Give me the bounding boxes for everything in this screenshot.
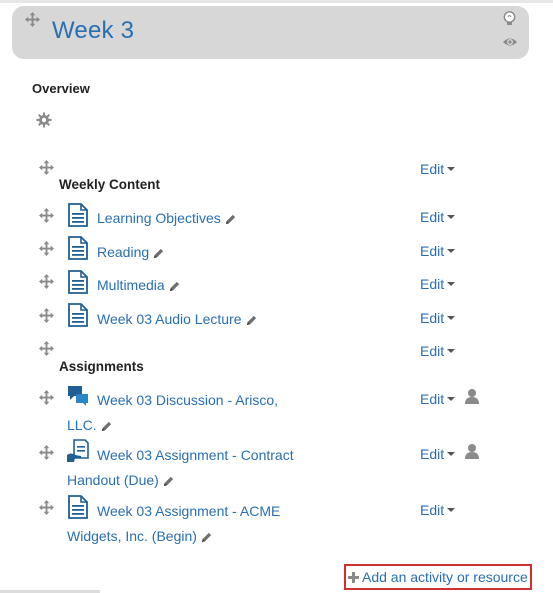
caret-down-icon xyxy=(447,215,456,219)
caret-down-icon xyxy=(447,167,456,171)
pencil-icon[interactable] xyxy=(245,314,258,327)
edit-label: Edit xyxy=(420,276,445,292)
activity-link[interactable]: Week 03 Audio Lecture xyxy=(97,310,258,328)
edit-menu[interactable]: Edit xyxy=(420,209,456,225)
activity-name[interactable]: LLC. xyxy=(67,417,97,433)
edit-label: Edit xyxy=(420,161,445,177)
move-icon[interactable] xyxy=(39,208,54,223)
activity-link-line2[interactable]: LLC. xyxy=(67,416,113,434)
edit-menu[interactable]: Edit xyxy=(420,446,456,462)
edit-menu[interactable]: Edit xyxy=(420,243,456,259)
activity-name[interactable]: Reading xyxy=(97,244,149,260)
move-icon[interactable] xyxy=(39,308,54,323)
pencil-icon[interactable] xyxy=(168,280,181,293)
activity-name[interactable]: Handout (Due) xyxy=(67,472,159,488)
caret-down-icon xyxy=(447,249,456,253)
pencil-icon[interactable] xyxy=(224,213,237,226)
caret-down-icon xyxy=(447,452,456,456)
edit-menu[interactable]: Edit xyxy=(420,276,456,292)
edit-label: Edit xyxy=(420,502,445,518)
activity-name[interactable]: Multimedia xyxy=(97,277,165,293)
caret-down-icon xyxy=(447,349,456,353)
assignment-icon xyxy=(67,439,89,463)
pencil-icon[interactable] xyxy=(200,531,213,544)
add-activity-label[interactable]: Add an activity or resource xyxy=(362,569,528,585)
label-weekly-content: Weekly Content xyxy=(59,177,161,192)
edit-menu[interactable]: Edit xyxy=(420,391,456,407)
pencil-icon[interactable] xyxy=(152,247,165,260)
user-icon[interactable] xyxy=(464,388,480,404)
edit-label: Edit xyxy=(420,209,445,225)
edit-menu[interactable]: Edit xyxy=(420,502,456,518)
page-icon xyxy=(67,203,89,227)
activity-link-line1[interactable]: Week 03 Assignment - Contract xyxy=(97,446,294,464)
activity-link[interactable]: Learning Objectives xyxy=(97,209,237,227)
top-divider xyxy=(0,0,553,3)
activity-name[interactable]: Widgets, Inc. (Begin) xyxy=(67,528,197,544)
move-icon[interactable] xyxy=(39,445,54,460)
move-icon[interactable] xyxy=(39,341,54,356)
section-title[interactable]: Week 3 xyxy=(52,17,134,45)
move-icon[interactable] xyxy=(39,160,54,175)
edit-label: Edit xyxy=(420,243,445,259)
edit-menu[interactable]: Edit xyxy=(420,343,456,359)
activity-link[interactable]: Multimedia xyxy=(97,276,181,294)
move-icon[interactable] xyxy=(39,390,54,405)
caret-down-icon xyxy=(447,282,456,286)
user-icon[interactable] xyxy=(464,443,480,459)
page-icon xyxy=(67,495,89,519)
activity-link[interactable]: Reading xyxy=(97,243,165,261)
caret-down-icon xyxy=(447,397,456,401)
move-icon[interactable] xyxy=(39,241,54,256)
edit-label: Edit xyxy=(420,343,445,359)
edit-label: Edit xyxy=(420,446,445,462)
gear-icon[interactable] xyxy=(36,112,52,128)
activity-link-line1[interactable]: Week 03 Discussion - Arisco, xyxy=(97,391,278,409)
activity-link-line2[interactable]: Handout (Due) xyxy=(67,471,175,489)
plus-icon xyxy=(348,572,359,583)
overview-label: Overview xyxy=(32,81,90,96)
add-activity-link[interactable]: Add an activity or resource xyxy=(348,569,528,585)
forum-icon xyxy=(67,384,89,408)
edit-label: Edit xyxy=(420,391,445,407)
caret-down-icon xyxy=(447,508,456,512)
pencil-icon[interactable] xyxy=(162,475,175,488)
edit-menu[interactable]: Edit xyxy=(420,161,456,177)
page-icon xyxy=(67,236,89,260)
edit-menu[interactable]: Edit xyxy=(420,310,456,326)
pencil-icon[interactable] xyxy=(100,420,113,433)
lightbulb-icon[interactable] xyxy=(502,11,517,27)
label-assignments: Assignments xyxy=(59,359,144,374)
activity-link-line1[interactable]: Week 03 Assignment - ACME xyxy=(97,502,280,520)
edit-label: Edit xyxy=(420,310,445,326)
eye-icon[interactable] xyxy=(502,35,518,47)
caret-down-icon xyxy=(447,316,456,320)
move-icon[interactable] xyxy=(39,274,54,289)
activity-link-line2[interactable]: Widgets, Inc. (Begin) xyxy=(67,527,213,545)
activity-name[interactable]: Week 03 Audio Lecture xyxy=(97,311,242,327)
activity-name[interactable]: Learning Objectives xyxy=(97,210,221,226)
move-icon[interactable] xyxy=(25,12,40,27)
move-icon[interactable] xyxy=(39,500,54,515)
page-icon xyxy=(67,270,89,294)
page-icon xyxy=(67,303,89,327)
